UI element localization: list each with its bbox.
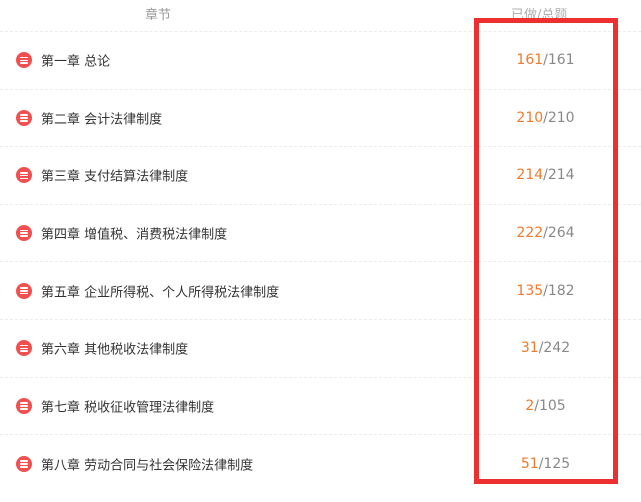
chapter-row[interactable]: 第七章 税收征收管理法律制度 2/105 (0, 378, 641, 436)
total-count: 264 (547, 225, 575, 242)
chapter-progress: 2/105 (478, 398, 613, 414)
progress-column-header: 已做/总题 (511, 8, 568, 23)
list-menu-icon (16, 455, 32, 472)
chapter-title: 第六章 其他税收法律制度 (41, 342, 189, 358)
chapter-row[interactable]: 第一章 总论 161/161 (0, 32, 641, 90)
total-count: 125 (543, 455, 571, 472)
done-count: 51 (520, 455, 539, 472)
table-header: 章节 已做/总题 (0, 0, 641, 32)
chapter-title: 第五章 企业所得税、个人所得税法律制度 (41, 285, 280, 301)
total-count: 210 (547, 109, 575, 126)
total-count: 182 (547, 282, 575, 299)
chapter-progress: 135/182 (478, 283, 613, 299)
chapter-progress: 31/242 (478, 340, 613, 356)
chapter-row[interactable]: 第二章 会计法律制度 210/210 (0, 90, 641, 148)
chapter-title: 第二章 会计法律制度 (41, 112, 163, 128)
list-menu-icon (16, 397, 32, 414)
total-count: 214 (547, 167, 575, 184)
done-count: 210 (516, 109, 544, 126)
list-menu-icon (16, 167, 32, 184)
chapter-row[interactable]: 第五章 企业所得税、个人所得税法律制度 135/182 (0, 262, 641, 320)
chapter-progress: 161/161 (478, 52, 613, 68)
list-menu-icon (16, 52, 32, 69)
list-menu-icon (16, 282, 32, 299)
chapter-row[interactable]: 第四章 增值税、消费税法律制度 222/264 (0, 205, 641, 263)
chapter-row[interactable]: 第三章 支付结算法律制度 214/214 (0, 147, 641, 205)
done-count: 135 (516, 282, 544, 299)
chapter-list: 第一章 总论 161/161 第二章 会计法律制度 210/210 第三章 支付… (0, 32, 641, 493)
chapter-title: 第一章 总论 (41, 54, 111, 70)
chapter-column-header: 章节 (145, 8, 172, 23)
total-count: 242 (543, 340, 571, 357)
chapter-row[interactable]: 第八章 劳动合同与社会保险法律制度 51/125 (0, 435, 641, 493)
list-menu-icon (16, 109, 32, 126)
chapter-title: 第三章 支付结算法律制度 (41, 169, 189, 185)
total-count: 161 (547, 52, 575, 69)
list-menu-icon (16, 225, 32, 242)
chapter-title: 第八章 劳动合同与社会保险法律制度 (41, 458, 254, 474)
done-count: 161 (516, 52, 544, 69)
chapter-title: 第七章 税收征收管理法律制度 (41, 400, 215, 416)
chapter-progress: 51/125 (478, 456, 613, 472)
done-count: 222 (516, 225, 544, 242)
chapter-title: 第四章 增值税、消费税法律制度 (41, 227, 228, 243)
done-count: 31 (520, 340, 539, 357)
chapter-progress: 222/264 (478, 225, 613, 241)
done-count: 2 (525, 397, 535, 414)
list-menu-icon (16, 340, 32, 357)
done-count: 214 (516, 167, 544, 184)
chapter-row[interactable]: 第六章 其他税收法律制度 31/242 (0, 320, 641, 378)
chapter-progress: 210/210 (478, 110, 613, 126)
total-count: 105 (538, 397, 566, 414)
chapter-progress: 214/214 (478, 167, 613, 183)
